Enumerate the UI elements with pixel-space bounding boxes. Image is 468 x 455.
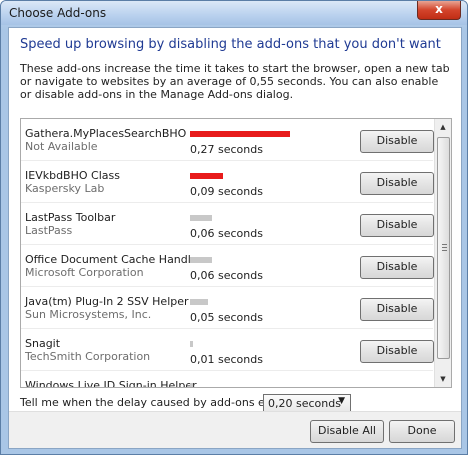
scroll-up-arrow-icon[interactable]: ▲: [435, 119, 451, 135]
addon-publisher: Kaspersky Lab: [25, 182, 105, 195]
dialog-content: Speed up browsing by disabling the add-o…: [8, 27, 462, 449]
row-divider: [21, 244, 433, 245]
load-time-text: 0,06 seconds: [190, 227, 263, 240]
row-divider: [21, 328, 433, 329]
choose-addons-dialog: Choose Add-ons x Speed up browsing by di…: [0, 0, 468, 455]
addon-name: IEVkbdBHO Class: [25, 169, 120, 182]
load-time-text: 0,06 seconds: [190, 269, 263, 282]
load-time-bar: [190, 299, 208, 305]
description-text: These add-ons increase the time it takes…: [20, 62, 450, 101]
list-item: Gathera.MyPlacesSearchBHO Not Available 0,…: [21, 119, 434, 161]
list-item: Office Document Cache Handler Microsoft C…: [21, 245, 434, 287]
disable-all-button[interactable]: Disable All: [310, 420, 384, 443]
close-button[interactable]: x: [417, 1, 461, 20]
disable-button[interactable]: Disable: [360, 130, 434, 153]
load-time-bar: [190, 173, 223, 179]
addon-name: Gathera.MyPlacesSearchBHO: [25, 127, 187, 140]
addon-publisher: TechSmith Corporation: [25, 350, 151, 363]
grip-line: [442, 244, 447, 245]
addon-name: LastPass Toolbar: [25, 211, 116, 224]
row-divider: [21, 202, 433, 203]
done-button[interactable]: Done: [389, 420, 455, 443]
addon-name: Snagit: [25, 337, 61, 350]
row-divider: [21, 286, 433, 287]
list-item: Snagit TechSmith Corporation 0,01 seconds D…: [21, 329, 434, 371]
dialog-footer: Disable All Done: [9, 411, 461, 448]
load-time-bar: [190, 131, 290, 137]
window-title: Choose Add-ons: [9, 6, 107, 20]
disable-button[interactable]: Disable: [360, 214, 434, 237]
addon-name: Java(tm) Plug-In 2 SSV Helper: [25, 295, 189, 308]
addon-name: Office Document Cache Handler: [25, 253, 203, 266]
addon-name: Windows Live ID Sign-in Helper: [25, 379, 197, 388]
load-time-bar: [190, 383, 193, 387]
disable-button[interactable]: Disable: [360, 340, 434, 363]
load-time-bar: [190, 215, 212, 221]
disable-button[interactable]: Disable: [360, 172, 434, 195]
load-time-text: 0,01 seconds: [190, 353, 263, 366]
close-icon: x: [435, 2, 443, 16]
page-title: Speed up browsing by disabling the add-o…: [20, 37, 441, 52]
delay-selected-value: 0,20 seconds: [268, 397, 341, 410]
list-item: LastPass Toolbar LastPass 0,06 seconds Disa…: [21, 203, 434, 245]
addon-publisher: LastPass: [25, 224, 73, 237]
title-bar: Choose Add-ons x: [1, 1, 467, 25]
addon-publisher: Sun Microsystems, Inc.: [25, 308, 152, 321]
disable-button[interactable]: Disable: [360, 256, 434, 279]
row-divider: [21, 370, 433, 371]
scroll-down-arrow-icon[interactable]: ▼: [435, 371, 451, 387]
chevron-down-icon: ▼: [338, 396, 345, 406]
addon-list[interactable]: Windows Live ID Sign-in Helper Snagit Tech…: [20, 118, 452, 388]
list-item: Java(tm) Plug-In 2 SSV Helper Sun Microsy…: [21, 287, 434, 329]
load-time-text: 0,09 seconds: [190, 185, 263, 198]
row-divider: [21, 160, 433, 161]
list-item: Windows Live ID Sign-in Helper: [21, 371, 433, 388]
list-item: IEVkbdBHO Class Kaspersky Lab 0,09 seconds…: [21, 161, 434, 203]
load-time-bar: [190, 257, 212, 263]
load-time-bar: [190, 341, 193, 347]
load-time-text: 0,05 seconds: [190, 311, 263, 324]
addon-publisher: Microsoft Corporation: [25, 266, 144, 279]
grip-line: [442, 250, 447, 251]
scroll-thumb[interactable]: [437, 137, 450, 359]
disable-button[interactable]: Disable: [360, 298, 434, 321]
addon-publisher: Not Available: [25, 140, 98, 153]
list-scrollbar[interactable]: ▲ ▼: [434, 119, 451, 387]
grip-line: [442, 247, 447, 248]
load-time-text: 0,27 seconds: [190, 143, 263, 156]
